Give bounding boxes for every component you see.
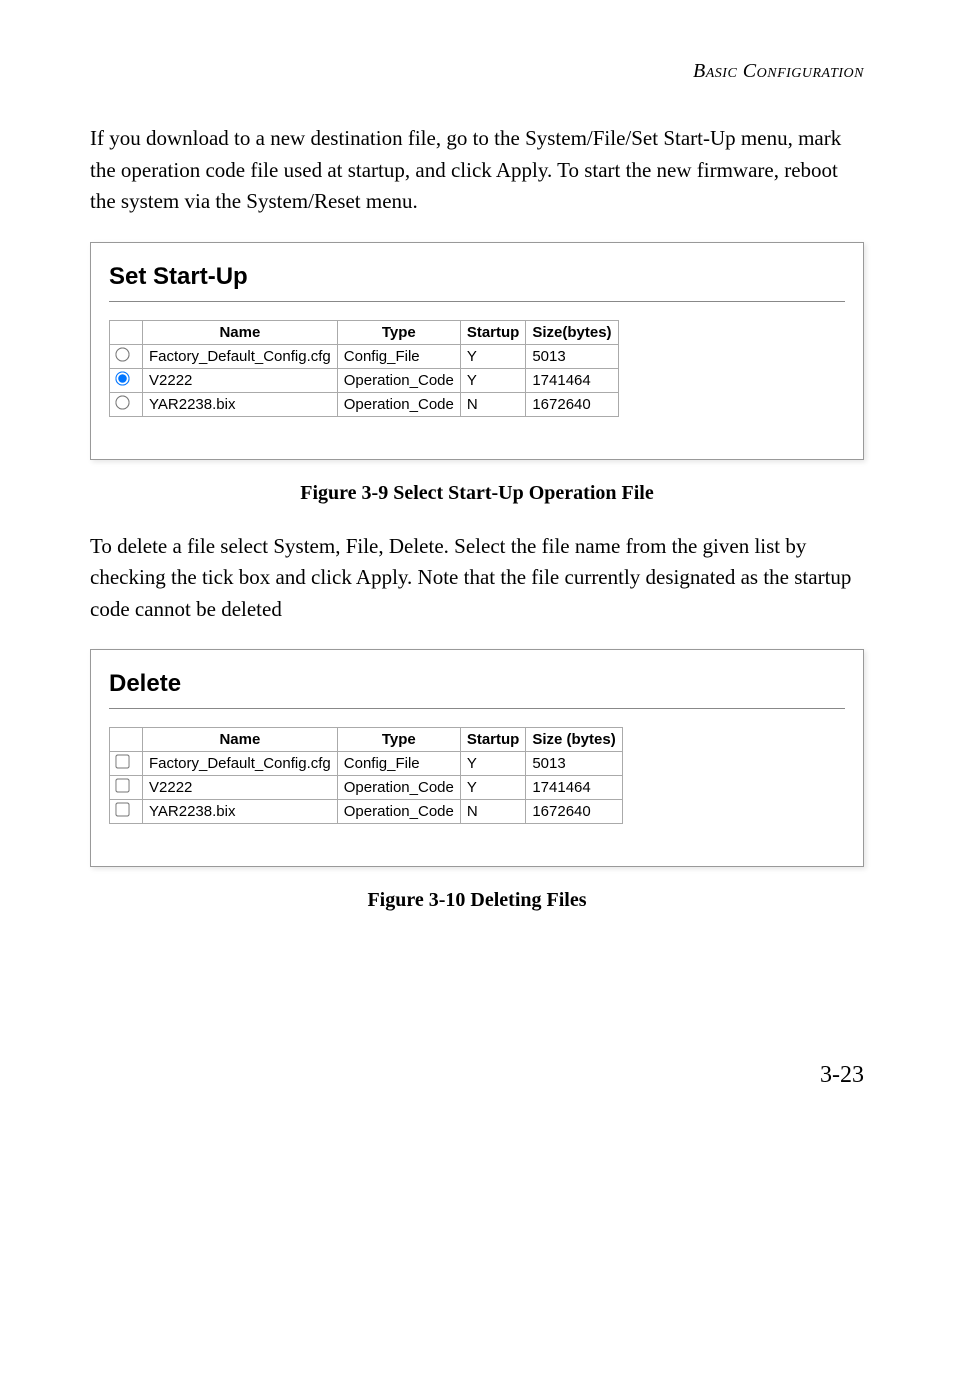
file-name-cell: V2222 — [143, 776, 338, 800]
delete-checkbox[interactable] — [115, 802, 129, 816]
startup-header: Startup — [460, 728, 526, 752]
file-startup-cell: Y — [460, 752, 526, 776]
type-header: Type — [337, 728, 460, 752]
name-header: Name — [143, 320, 338, 344]
table-row: Factory_Default_Config.cfg Config_File Y… — [110, 752, 623, 776]
file-name-cell: YAR2238.bix — [143, 800, 338, 824]
divider — [109, 301, 845, 302]
file-size-cell: 5013 — [526, 344, 618, 368]
file-type-cell: Config_File — [337, 344, 460, 368]
file-type-cell: Operation_Code — [337, 776, 460, 800]
table-row: V2222 Operation_Code Y 1741464 — [110, 776, 623, 800]
table-header-row: Name Type Startup Size(bytes) — [110, 320, 619, 344]
file-size-cell: 1672640 — [526, 800, 622, 824]
file-startup-cell: Y — [460, 776, 526, 800]
file-startup-cell: N — [460, 392, 526, 416]
table-row: Factory_Default_Config.cfg Config_File Y… — [110, 344, 619, 368]
set-start-up-title: Set Start-Up — [109, 263, 845, 291]
body-paragraph-1: If you download to a new destination fil… — [90, 123, 864, 218]
file-name-cell: YAR2238.bix — [143, 392, 338, 416]
figure-caption-1: Figure 3-9 Select Start-Up Operation Fil… — [90, 482, 864, 505]
delete-checkbox[interactable] — [115, 754, 129, 768]
file-size-cell: 1741464 — [526, 368, 618, 392]
name-header: Name — [143, 728, 338, 752]
table-row: YAR2238.bix Operation_Code N 1672640 — [110, 800, 623, 824]
file-name-cell: V2222 — [143, 368, 338, 392]
startup-radio[interactable] — [115, 371, 129, 385]
start-up-table: Name Type Startup Size(bytes) Factory_De… — [109, 320, 619, 417]
startup-radio[interactable] — [115, 395, 129, 409]
file-name-cell: Factory_Default_Config.cfg — [143, 344, 338, 368]
size-header: Size(bytes) — [526, 320, 618, 344]
file-size-cell: 1672640 — [526, 392, 618, 416]
file-type-cell: Operation_Code — [337, 392, 460, 416]
delete-table: Name Type Startup Size (bytes) Factory_D… — [109, 727, 623, 824]
file-type-cell: Operation_Code — [337, 368, 460, 392]
select-header — [110, 728, 143, 752]
type-header: Type — [337, 320, 460, 344]
file-startup-cell: Y — [460, 344, 526, 368]
divider — [109, 708, 845, 709]
page-number: 3-23 — [90, 1062, 864, 1089]
figure-caption-2: Figure 3-10 Deleting Files — [90, 889, 864, 912]
file-type-cell: Operation_Code — [337, 800, 460, 824]
file-startup-cell: Y — [460, 368, 526, 392]
table-row: YAR2238.bix Operation_Code N 1672640 — [110, 392, 619, 416]
table-header-row: Name Type Startup Size (bytes) — [110, 728, 623, 752]
body-paragraph-2: To delete a file select System, File, De… — [90, 531, 864, 626]
running-header: Basic Configuration — [90, 60, 864, 83]
delete-checkbox[interactable] — [115, 778, 129, 792]
set-start-up-panel: Set Start-Up Name Type Startup Size(byte… — [90, 242, 864, 460]
delete-panel: Delete Name Type Startup Size (bytes) Fa… — [90, 649, 864, 867]
table-row: V2222 Operation_Code Y 1741464 — [110, 368, 619, 392]
delete-title: Delete — [109, 670, 845, 698]
size-header: Size (bytes) — [526, 728, 622, 752]
select-header — [110, 320, 143, 344]
file-size-cell: 1741464 — [526, 776, 622, 800]
file-name-cell: Factory_Default_Config.cfg — [143, 752, 338, 776]
file-size-cell: 5013 — [526, 752, 622, 776]
startup-radio[interactable] — [115, 347, 129, 361]
startup-header: Startup — [460, 320, 526, 344]
file-type-cell: Config_File — [337, 752, 460, 776]
file-startup-cell: N — [460, 800, 526, 824]
